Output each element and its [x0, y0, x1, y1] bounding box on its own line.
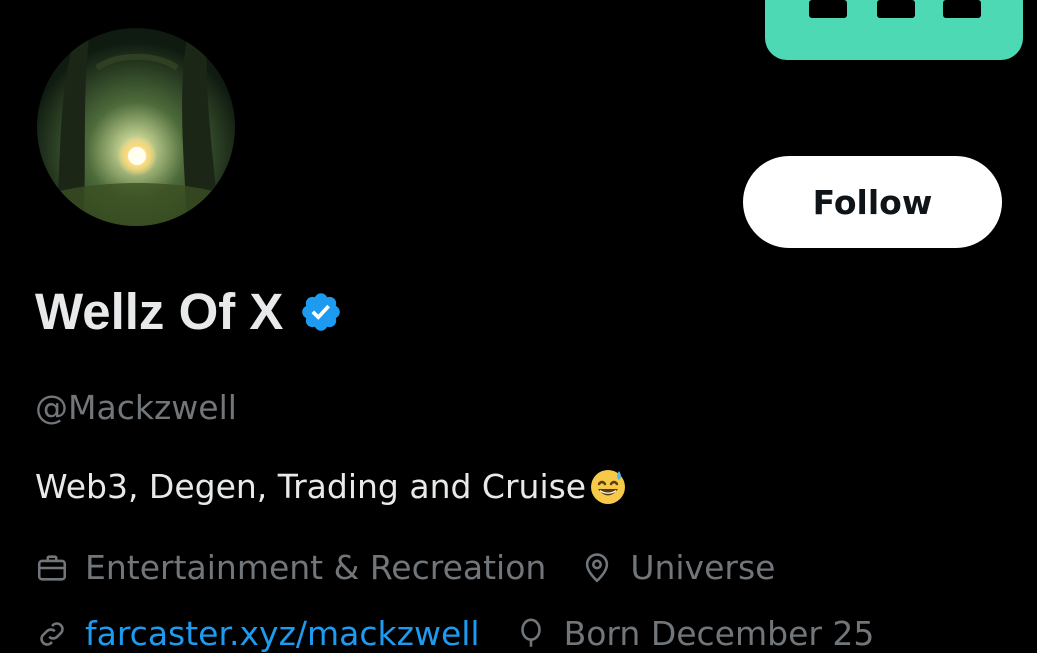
display-name-row: Wellz Of X — [35, 282, 343, 341]
location-label: Universe — [630, 548, 776, 587]
website-link[interactable]: farcaster.xyz/mackzwell — [85, 614, 480, 653]
location-pin-icon — [580, 551, 630, 585]
bio: Web3, Degen, Trading and Cruise — [35, 466, 628, 506]
profile-meta-row: Entertainment & Recreation Universe — [35, 548, 775, 587]
location-item: Universe — [580, 548, 775, 587]
follow-button[interactable]: Follow — [743, 156, 1002, 248]
category-label: Entertainment & Recreation — [85, 548, 547, 587]
website-item[interactable]: farcaster.xyz/mackzwell — [35, 614, 480, 653]
verified-badge-icon — [299, 290, 343, 334]
category-item: Entertainment & Recreation — [35, 548, 546, 587]
link-icon — [35, 617, 85, 651]
banner-graphic — [765, 0, 1023, 60]
balloon-icon — [514, 617, 564, 651]
grinning-face-with-sweat-emoji — [586, 466, 628, 506]
avatar[interactable] — [37, 28, 235, 226]
avatar-image — [37, 28, 235, 226]
bio-text: Web3, Degen, Trading and Cruise — [35, 466, 587, 506]
briefcase-icon — [35, 551, 85, 585]
birthday-label: Born December 25 — [563, 614, 875, 653]
profile-meta-row-2: farcaster.xyz/mackzwell Born December 25 — [35, 614, 874, 653]
birthday-item: Born December 25 — [514, 614, 875, 653]
handle: @Mackzwell — [35, 388, 237, 427]
display-name: Wellz Of X — [35, 283, 284, 340]
